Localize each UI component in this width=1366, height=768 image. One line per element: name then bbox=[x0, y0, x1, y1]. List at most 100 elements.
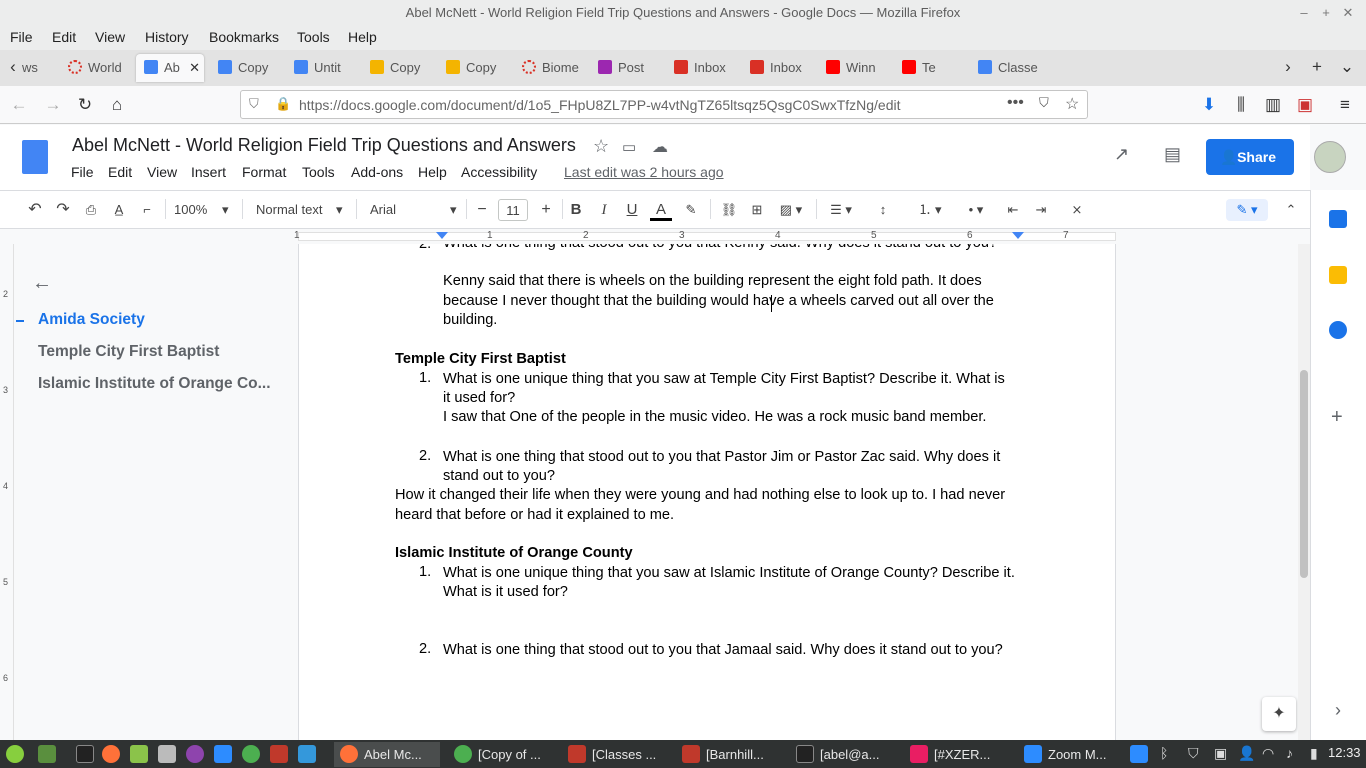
close-tab-icon[interactable]: ✕ bbox=[189, 54, 200, 82]
menu-bookmarks[interactable]: Bookmarks bbox=[209, 29, 279, 45]
decrease-indent-icon[interactable]: ⇤ bbox=[1002, 199, 1024, 221]
home-icon[interactable]: ⌂ bbox=[106, 94, 128, 116]
left-indent-marker[interactable] bbox=[436, 232, 448, 239]
url-bar[interactable]: ⛉ 🔒 https://docs.google.com/document/d/1… bbox=[240, 90, 1088, 119]
align-icon[interactable]: ☰ ▾ bbox=[824, 199, 858, 221]
question-text[interactable]: What is one thing that stood out to you … bbox=[443, 641, 1003, 661]
answer-text[interactable]: because I never thought that the buildin… bbox=[443, 292, 994, 312]
bold-icon[interactable]: B bbox=[566, 199, 586, 221]
tab[interactable]: Copy bbox=[438, 54, 512, 82]
maximize-icon[interactable]: + bbox=[1316, 0, 1336, 26]
bluetooth-icon[interactable]: ᛒ bbox=[1160, 745, 1168, 761]
user-icon[interactable]: 👤 bbox=[1238, 745, 1255, 762]
explore-icon[interactable]: ✦ bbox=[1262, 697, 1296, 731]
add-addon-icon[interactable]: + bbox=[1331, 406, 1343, 429]
tab[interactable]: Te bbox=[894, 54, 968, 82]
tab[interactable]: Copy bbox=[210, 54, 284, 82]
reload-icon[interactable]: ↻ bbox=[74, 94, 96, 116]
spellcheck-icon[interactable]: A̲ bbox=[108, 199, 130, 221]
answer-text[interactable]: building. bbox=[443, 311, 497, 331]
bookmark-star-icon[interactable]: ☆ bbox=[1065, 94, 1079, 114]
docs-menu-help[interactable]: Help bbox=[418, 164, 447, 180]
taskbar-item[interactable]: [#XZER... bbox=[904, 742, 1010, 767]
firefox-icon[interactable] bbox=[102, 745, 120, 763]
battery-icon[interactable]: ▮ bbox=[1310, 745, 1318, 762]
question-text[interactable]: stand out to you? bbox=[443, 467, 555, 487]
editing-mode-icon[interactable]: ✎ ▾ bbox=[1226, 199, 1268, 221]
app-icon[interactable] bbox=[270, 745, 288, 763]
paragraph-style-select[interactable]: Normal text ▾ bbox=[256, 199, 348, 221]
tab[interactable]: Post bbox=[590, 54, 664, 82]
downloads-icon[interactable]: ⬇ bbox=[1198, 94, 1220, 116]
screenshot-icon[interactable] bbox=[158, 745, 176, 763]
numbered-list-icon[interactable]: ⒈ ▾ bbox=[910, 199, 950, 221]
menu-tools[interactable]: Tools bbox=[297, 29, 330, 45]
docs-menu-tools[interactable]: Tools bbox=[302, 164, 335, 180]
document-title[interactable]: Abel McNett - World Religion Field Trip … bbox=[72, 135, 576, 156]
files-icon[interactable] bbox=[130, 745, 148, 763]
calendar-icon[interactable] bbox=[1329, 210, 1347, 228]
docs-menu-insert[interactable]: Insert bbox=[191, 164, 226, 180]
add-comment-icon[interactable]: ⊞ bbox=[746, 199, 768, 221]
zoom-select[interactable]: 100% ▾ bbox=[174, 199, 234, 221]
right-indent-marker[interactable] bbox=[1012, 232, 1024, 239]
menu-file[interactable]: File bbox=[10, 29, 33, 45]
tasks-icon[interactable] bbox=[1329, 321, 1347, 339]
question-text[interactable]: What is it used for? bbox=[443, 583, 568, 603]
app-icon[interactable] bbox=[298, 745, 316, 763]
answer-text[interactable]: How it changed their life when they were… bbox=[395, 486, 1005, 506]
docs-menu-accessibility[interactable]: Accessibility bbox=[461, 164, 537, 180]
expand-panel-icon[interactable]: › bbox=[1335, 700, 1341, 721]
scroll-tabs-right-icon[interactable]: › bbox=[1277, 56, 1299, 78]
clear-formatting-icon[interactable]: ⨯ bbox=[1066, 199, 1088, 221]
docs-logo-icon[interactable] bbox=[22, 140, 48, 174]
document-page[interactable]: 2. What is one thing that stood out to y… bbox=[298, 244, 1116, 740]
tab[interactable]: Winn bbox=[818, 54, 892, 82]
library-icon[interactable]: ⫼ bbox=[1230, 94, 1252, 116]
taskbar-item[interactable]: [abel@a... bbox=[790, 742, 896, 767]
text-color-icon[interactable]: A bbox=[650, 199, 672, 221]
question-text[interactable]: What is one unique thing that you saw at… bbox=[443, 564, 1015, 584]
outline-item-amida-society[interactable]: Amida Society bbox=[38, 311, 145, 329]
section-heading[interactable]: Islamic Institute of Orange County bbox=[395, 544, 633, 564]
clock[interactable]: 12:33 bbox=[1328, 745, 1361, 760]
activity-trend-icon[interactable]: ↗ bbox=[1114, 144, 1129, 165]
insert-link-icon[interactable]: ⛓ bbox=[718, 199, 740, 221]
taskbar-item[interactable]: Abel Mc... bbox=[334, 742, 440, 767]
list-tabs-icon[interactable]: ⌄ bbox=[1336, 56, 1358, 78]
chrome-icon[interactable] bbox=[242, 745, 260, 763]
back-icon[interactable]: ← bbox=[8, 94, 30, 116]
new-tab-icon[interactable]: + bbox=[1306, 56, 1328, 78]
page-actions-icon[interactable]: ••• bbox=[1007, 94, 1024, 112]
highlight-icon[interactable]: ✎ bbox=[680, 199, 702, 221]
menu-help[interactable]: Help bbox=[348, 29, 377, 45]
question-text[interactable]: What is one thing that stood out to you … bbox=[443, 448, 1000, 468]
menu-edit[interactable]: Edit bbox=[52, 29, 76, 45]
scroll-tabs-left-icon[interactable]: ‹ bbox=[2, 56, 24, 78]
decrease-font-size-icon[interactable]: − bbox=[472, 199, 492, 221]
taskbar-item[interactable]: [Copy of ... bbox=[448, 742, 554, 767]
bulleted-list-icon[interactable]: • ▾ bbox=[956, 199, 996, 221]
redo-icon[interactable]: ↷ bbox=[52, 199, 74, 221]
docs-menu-addons[interactable]: Add-ons bbox=[351, 164, 403, 180]
wifi-icon[interactable]: ◠ bbox=[1262, 745, 1274, 762]
insert-image-icon[interactable]: ▨ ▾ bbox=[774, 199, 808, 221]
print-icon[interactable]: ⎙ bbox=[80, 199, 102, 221]
lock-icon[interactable]: 🔒 bbox=[275, 96, 291, 112]
paint-format-icon[interactable]: ⌐ bbox=[136, 199, 158, 221]
taskbar-item[interactable]: [Barnhill... bbox=[676, 742, 782, 767]
underline-icon[interactable]: U bbox=[622, 199, 642, 221]
undo-icon[interactable]: ↶ bbox=[24, 199, 46, 221]
tab[interactable]: Classe bbox=[970, 54, 1044, 82]
move-folder-icon[interactable]: ▭ bbox=[622, 138, 636, 156]
font-size-input[interactable]: 11 bbox=[498, 199, 528, 221]
app-menu-icon[interactable]: ≡ bbox=[1334, 94, 1356, 116]
terminal-icon[interactable] bbox=[76, 745, 94, 763]
cloud-status-icon[interactable]: ☁ bbox=[652, 137, 668, 157]
forward-icon[interactable]: → bbox=[42, 94, 64, 116]
close-window-icon[interactable]: ✕ bbox=[1338, 0, 1358, 26]
menu-history[interactable]: History bbox=[145, 29, 189, 45]
section-heading[interactable]: Temple City First Baptist bbox=[395, 350, 566, 370]
menu-view[interactable]: View bbox=[95, 29, 125, 45]
sidebar-icon[interactable]: ▥ bbox=[1262, 94, 1284, 116]
